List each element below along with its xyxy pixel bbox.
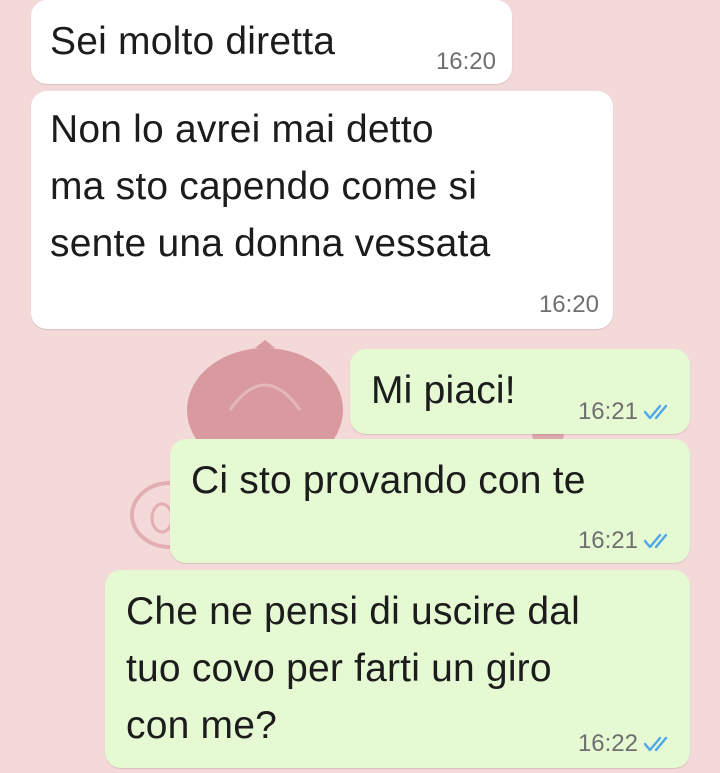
- chat-conversation: Sei molto diretta 16:20 Non lo avrei mai…: [0, 0, 720, 773]
- message-meta: 16:21: [578, 398, 674, 426]
- message-meta: 16:20: [436, 48, 496, 76]
- double-check-read-icon: [644, 404, 668, 420]
- double-check-read-icon: [644, 736, 668, 752]
- incoming-message-bubble[interactable]: Sei molto diretta 16:20: [31, 0, 512, 84]
- message-text: Sei molto diretta: [50, 20, 336, 63]
- message-meta: 16:22: [578, 730, 674, 758]
- double-check-read-icon: [644, 533, 668, 549]
- message-time: 16:20: [538, 291, 599, 318]
- message-text: Ci sto provando con te: [191, 459, 586, 502]
- outgoing-message-bubble[interactable]: Che ne pensi di uscire dal tuo covo per …: [105, 570, 690, 768]
- outgoing-message-bubble[interactable]: Ci sto provando con te 16:21: [170, 439, 690, 563]
- message-time: 16:21: [577, 527, 638, 554]
- message-text: Che ne pensi di uscire dal tuo covo per …: [126, 590, 580, 747]
- message-time: 16:22: [577, 730, 638, 757]
- outgoing-message-bubble[interactable]: Mi piaci! 16:21: [350, 349, 690, 434]
- incoming-message-bubble[interactable]: Non lo avrei mai detto ma sto capendo co…: [31, 91, 613, 329]
- message-meta: 16:21: [578, 527, 674, 555]
- message-time: 16:20: [435, 48, 496, 75]
- message-text: Non lo avrei mai detto ma sto capendo co…: [50, 108, 491, 265]
- message-time: 16:21: [577, 398, 638, 425]
- message-meta: 16:20: [539, 291, 599, 319]
- message-text: Mi piaci!: [371, 369, 516, 412]
